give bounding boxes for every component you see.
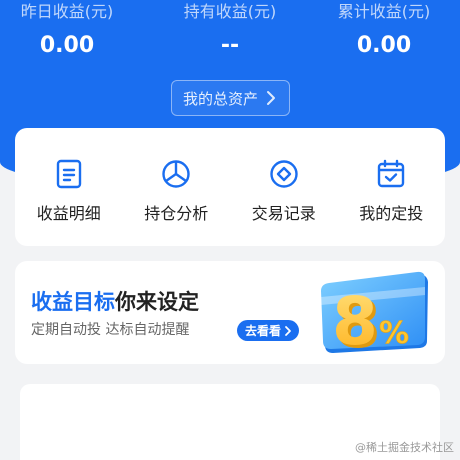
menu-label: 持仓分析 — [144, 204, 209, 223]
go-see-button[interactable]: 去看看 — [237, 320, 300, 341]
menu-label: 收益明细 — [36, 204, 101, 223]
go-see-label: 去看看 — [245, 324, 282, 338]
stat-value: 0.00 — [356, 33, 412, 58]
menu-label: 我的定投 — [359, 204, 424, 223]
document-icon — [56, 159, 81, 189]
stat-holding-earnings[interactable]: 持有收益(元) -- — [155, 2, 305, 59]
chevron-right-icon — [267, 91, 275, 105]
stat-value: -- — [220, 33, 240, 58]
art-percent: % — [379, 316, 409, 351]
stat-value: 0.00 — [39, 33, 95, 58]
watermark-text: @稀土掘金技术社区 — [355, 441, 454, 454]
goal-title-rest: 你来设定 — [115, 290, 199, 314]
calendar-check-icon — [378, 159, 405, 188]
art-eight: 8 — [332, 283, 378, 360]
goal-title: 收益目标你来设定 — [31, 289, 199, 315]
menu-item-earnings-detail[interactable]: 收益明细 — [15, 128, 123, 246]
eight-percent-card-illustration: 8 8 % — [321, 271, 428, 363]
menu-item-transaction-records[interactable]: 交易记录 — [230, 128, 338, 246]
quick-menu-card: 收益明细 持仓分析 交易记录 我的定投 — [15, 128, 445, 246]
earnings-goal-banner[interactable]: 收益目标你来设定 定期自动投 达标自动提醒 去看看 8 8 % — [15, 261, 445, 364]
goal-title-accent: 收益目标 — [31, 290, 115, 314]
stat-label: 昨日收益(元) — [20, 2, 114, 21]
goal-subtitle: 定期自动投 达标自动提醒 — [31, 322, 190, 338]
chevron-right-icon — [285, 325, 291, 336]
stat-label: 累计收益(元) — [337, 2, 431, 21]
stat-yesterday-earnings[interactable]: 昨日收益(元) 0.00 — [0, 2, 142, 59]
total-assets-label: 我的总资产 — [182, 89, 258, 108]
stat-cumulative-earnings[interactable]: 累计收益(元) 0.00 — [309, 2, 459, 59]
stat-label: 持有收益(元) — [183, 2, 277, 21]
total-assets-button[interactable]: 我的总资产 — [171, 80, 290, 116]
pie-chart-icon — [162, 160, 190, 188]
menu-label: 交易记录 — [251, 204, 316, 223]
diamond-circle-icon — [270, 160, 298, 188]
menu-item-holding-analysis[interactable]: 持仓分析 — [123, 128, 231, 246]
menu-item-my-auto-invest[interactable]: 我的定投 — [338, 128, 446, 246]
